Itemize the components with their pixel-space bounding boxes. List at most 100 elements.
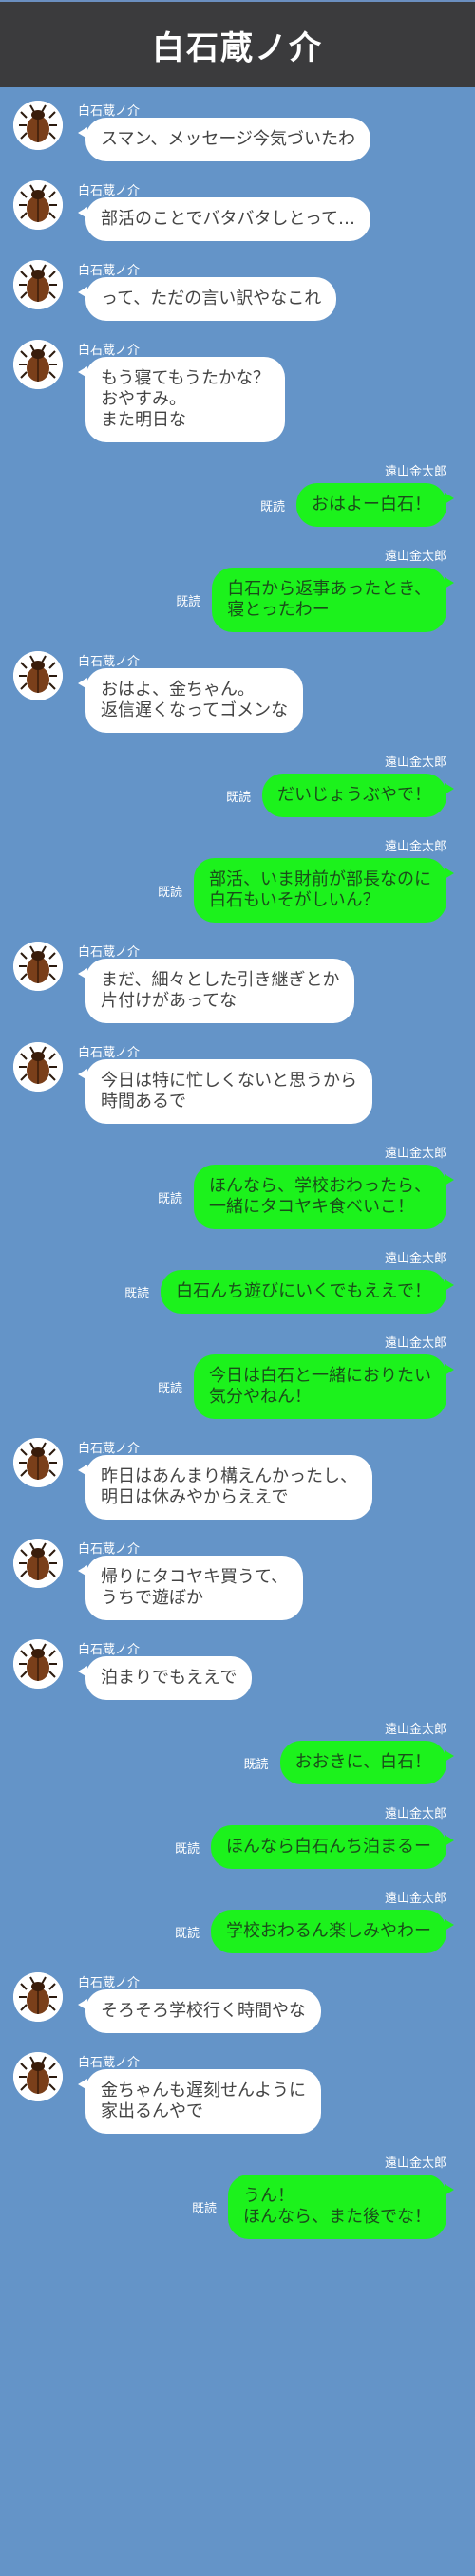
message-row: 既読 学校おわるん楽しみやわー — [0, 1910, 454, 1953]
outgoing-message: 遠山金太郎 既読 おはよー白石！ — [0, 461, 475, 527]
outgoing-message: 遠山金太郎 既読 白石から返事あったとき、 寝とったわー — [0, 546, 475, 632]
sender-name: 遠山金太郎 — [384, 2156, 446, 2171]
outgoing-message: 遠山金太郎既読 うん！ ほんなら、また後でな！ — [0, 2153, 475, 2239]
read-receipt: 既読 — [157, 1381, 182, 1396]
sender-name: 遠山金太郎 — [384, 1147, 446, 1161]
message-bubble[interactable]: 金ちゃんも遅刻せんように 家出るんやで — [78, 2069, 321, 2134]
message-bubble[interactable]: 今日は白石と一緒におりたい 気分やねん！ — [194, 1354, 454, 1419]
beetle-icon[interactable] — [13, 1972, 63, 2022]
outgoing-message: 遠山金太郎既読 ほんなら、学校おわったら、 一緒にタコヤキ食べいこ！ — [0, 1143, 475, 1229]
sender-name: 遠山金太郎 — [384, 1807, 446, 1821]
incoming-message: 白石蔵ノ介 部活のことでバタバタしとって… — [0, 180, 475, 241]
incoming-message: 白石蔵ノ介 昨日はあんまり構えんかったし、 明日は休みやからええで — [0, 1438, 475, 1520]
message-bubble[interactable]: まだ、細々とした引き継ぎとか 片付けがあってな — [77, 959, 355, 1023]
message-bubble[interactable]: 白石から返事あったとき、 寝とったわー — [212, 568, 454, 632]
read-receipt: 既読 — [157, 1191, 182, 1206]
incoming-message: 白石蔵ノ介 もう寝てもうたかな？ おやすみ。 また明日な — [0, 340, 475, 442]
message-bubble[interactable]: 学校おわるん楽しみやわー — [211, 1910, 454, 1953]
sender-name: 白石蔵ノ介 — [78, 655, 141, 669]
beetle-icon[interactable] — [13, 180, 63, 230]
outgoing-message: 遠山金太郎既読 部活、いま財前が部長なのに 白石もいそがしいん？ — [0, 836, 475, 923]
sender-name: 白石蔵ノ介 — [78, 104, 141, 119]
sender-name: 白石蔵ノ介 — [78, 344, 141, 358]
read-receipt: 既読 — [259, 499, 285, 514]
incoming-message: 白石蔵ノ介 帰りにタコヤキ買うて、 うちで遊ぼか — [0, 1539, 475, 1620]
sender-name: 白石蔵ノ介 — [78, 1976, 141, 1990]
message-bubble[interactable]: 白石んち遊びにいくでもええで！ — [161, 1270, 454, 1314]
message-row: 既読 おはよー白石！ — [0, 483, 454, 527]
sender-name: 白石蔵ノ介 — [78, 1046, 141, 1060]
chat-title: 白石蔵ノ介 — [152, 28, 323, 67]
beetle-icon[interactable] — [13, 1042, 63, 1092]
message-row: 既読 部活、いま財前が部長なのに 白石もいそがしいん？ — [0, 858, 454, 923]
read-receipt: 既読 — [174, 1926, 200, 1941]
sender-name: 遠山金太郎 — [384, 1252, 446, 1266]
message-bubble[interactable]: 泊まりでもええで — [77, 1656, 253, 1700]
read-receipt: 既読 — [191, 2201, 217, 2216]
incoming-message: 白石蔵ノ介 おはよ、金ちゃん。 返信遅くなってゴメンな — [0, 651, 475, 733]
incoming-message: 白石蔵ノ介 今日は特に忙しくないと思うから 時間あるで — [0, 1042, 475, 1124]
message-bubble[interactable]: だいじょうぶやで！ — [262, 774, 454, 817]
beetle-icon[interactable] — [13, 2052, 63, 2101]
sender-name: 遠山金太郎 — [384, 550, 446, 564]
sender-name: 白石蔵ノ介 — [78, 184, 141, 198]
message-bubble[interactable]: ほんなら白石んち泊まるー — [211, 1825, 454, 1869]
message-bubble[interactable]: おはよー白石！ — [296, 483, 454, 527]
message-bubble[interactable]: 今日は特に忙しくないと思うから 時間あるで — [78, 1059, 372, 1124]
outgoing-message: 遠山金太郎既読 学校おわるん楽しみやわー — [0, 1888, 475, 1953]
beetle-icon[interactable] — [13, 942, 63, 991]
message-bubble[interactable]: 帰りにタコヤキ買うて、 うちで遊ぼか — [77, 1556, 304, 1620]
beetle-icon[interactable] — [13, 651, 63, 700]
sender-name: 遠山金太郎 — [384, 840, 446, 854]
sender-name: 白石蔵ノ介 — [78, 2056, 141, 2070]
message-bubble[interactable]: おはよ、金ちゃん。 返信遅くなってゴメンな — [77, 668, 304, 733]
message-bubble[interactable]: 部活のことでバタバタしとって… — [77, 197, 371, 241]
sender-name: 遠山金太郎 — [384, 756, 446, 770]
sender-name: 白石蔵ノ介 — [78, 264, 141, 278]
message-bubble[interactable]: 部活、いま財前が部長なのに 白石もいそがしいん？ — [194, 858, 454, 923]
incoming-message: 白石蔵ノ介 って、ただの言い訳やなこれ — [0, 260, 475, 321]
beetle-icon[interactable] — [13, 1639, 63, 1689]
incoming-message: 白石蔵ノ介 金ちゃんも遅刻せんように 家出るんやで — [0, 2052, 475, 2134]
incoming-message: 白石蔵ノ介 スマン、メッセージ今気づいたわ — [0, 101, 475, 161]
message-row: 既読 うん！ ほんなら、また後でな！ — [0, 2175, 454, 2239]
read-receipt: 既読 — [225, 790, 251, 805]
beetle-icon[interactable] — [13, 260, 63, 309]
incoming-message: 白石蔵ノ介 そろそろ学校行く時間やな — [0, 1972, 475, 2033]
read-receipt: 既読 — [174, 1841, 200, 1857]
sender-name: 白石蔵ノ介 — [78, 1542, 141, 1557]
sender-name: 白石蔵ノ介 — [78, 1442, 141, 1456]
sender-name: 白石蔵ノ介 — [78, 1643, 141, 1657]
sender-name: 白石蔵ノ介 — [78, 945, 141, 960]
sender-name: 遠山金太郎 — [384, 1723, 446, 1737]
message-row: 既読 おおきに、白石！ — [0, 1741, 455, 1784]
incoming-message: 白石蔵ノ介 泊まりでもええで — [0, 1639, 475, 1700]
message-bubble[interactable]: 昨日はあんまり構えんかったし、 明日は休みやからええで — [78, 1455, 372, 1520]
sender-name: 遠山金太郎 — [384, 1892, 446, 1906]
beetle-icon[interactable] — [13, 1539, 63, 1588]
beetle-icon[interactable] — [13, 1438, 63, 1487]
message-bubble[interactable]: おおきに、白石！ — [279, 1741, 455, 1784]
outgoing-message: 遠山金太郎既読 今日は白石と一緒におりたい 気分やねん！ — [0, 1333, 475, 1419]
message-bubble[interactable]: スマン、メッセージ今気づいたわ — [77, 118, 371, 161]
message-bubble[interactable]: って、ただの言い訳やなこれ — [77, 277, 337, 321]
chat-header: 白石蔵ノ介 — [0, 0, 475, 87]
outgoing-message: 遠山金太郎既読 ほんなら白石んち泊まるー — [0, 1803, 475, 1869]
message-bubble[interactable]: ほんなら、学校おわったら、 一緒にタコヤキ食べいこ！ — [194, 1165, 454, 1229]
outgoing-message: 遠山金太郎既読 白石んち遊びにいくでもええで！ — [0, 1248, 475, 1314]
read-receipt: 既読 — [157, 885, 182, 900]
beetle-icon[interactable] — [13, 101, 63, 150]
message-bubble[interactable]: うん！ ほんなら、また後でな！ — [228, 2175, 454, 2239]
message-row: 既読 ほんなら、学校おわったら、 一緒にタコヤキ食べいこ！ — [0, 1165, 454, 1229]
sender-name: 遠山金太郎 — [384, 1336, 446, 1351]
read-receipt: 既読 — [243, 1757, 269, 1772]
message-list[interactable]: 白石蔵ノ介 スマン、メッセージ今気づいたわ 白石蔵ノ介 部活のことでバタバタしとって…… — [0, 87, 475, 2239]
message-row: 既読 白石んち遊びにいくでもええで！ — [0, 1270, 454, 1314]
message-row: 既読 だいじょうぶやで！ — [0, 774, 454, 817]
message-bubble[interactable]: もう寝てもうたかな？ おやすみ。 また明日な — [77, 357, 286, 442]
incoming-message: 白石蔵ノ介 まだ、細々とした引き継ぎとか 片付けがあってな — [0, 942, 475, 1023]
message-bubble[interactable]: そろそろ学校行く時間やな — [78, 1989, 321, 2033]
outgoing-message: 遠山金太郎既読 だいじょうぶやで！ — [0, 752, 475, 817]
beetle-icon[interactable] — [13, 340, 63, 389]
outgoing-message: 遠山金太郎既読 おおきに、白石！ — [0, 1719, 475, 1784]
